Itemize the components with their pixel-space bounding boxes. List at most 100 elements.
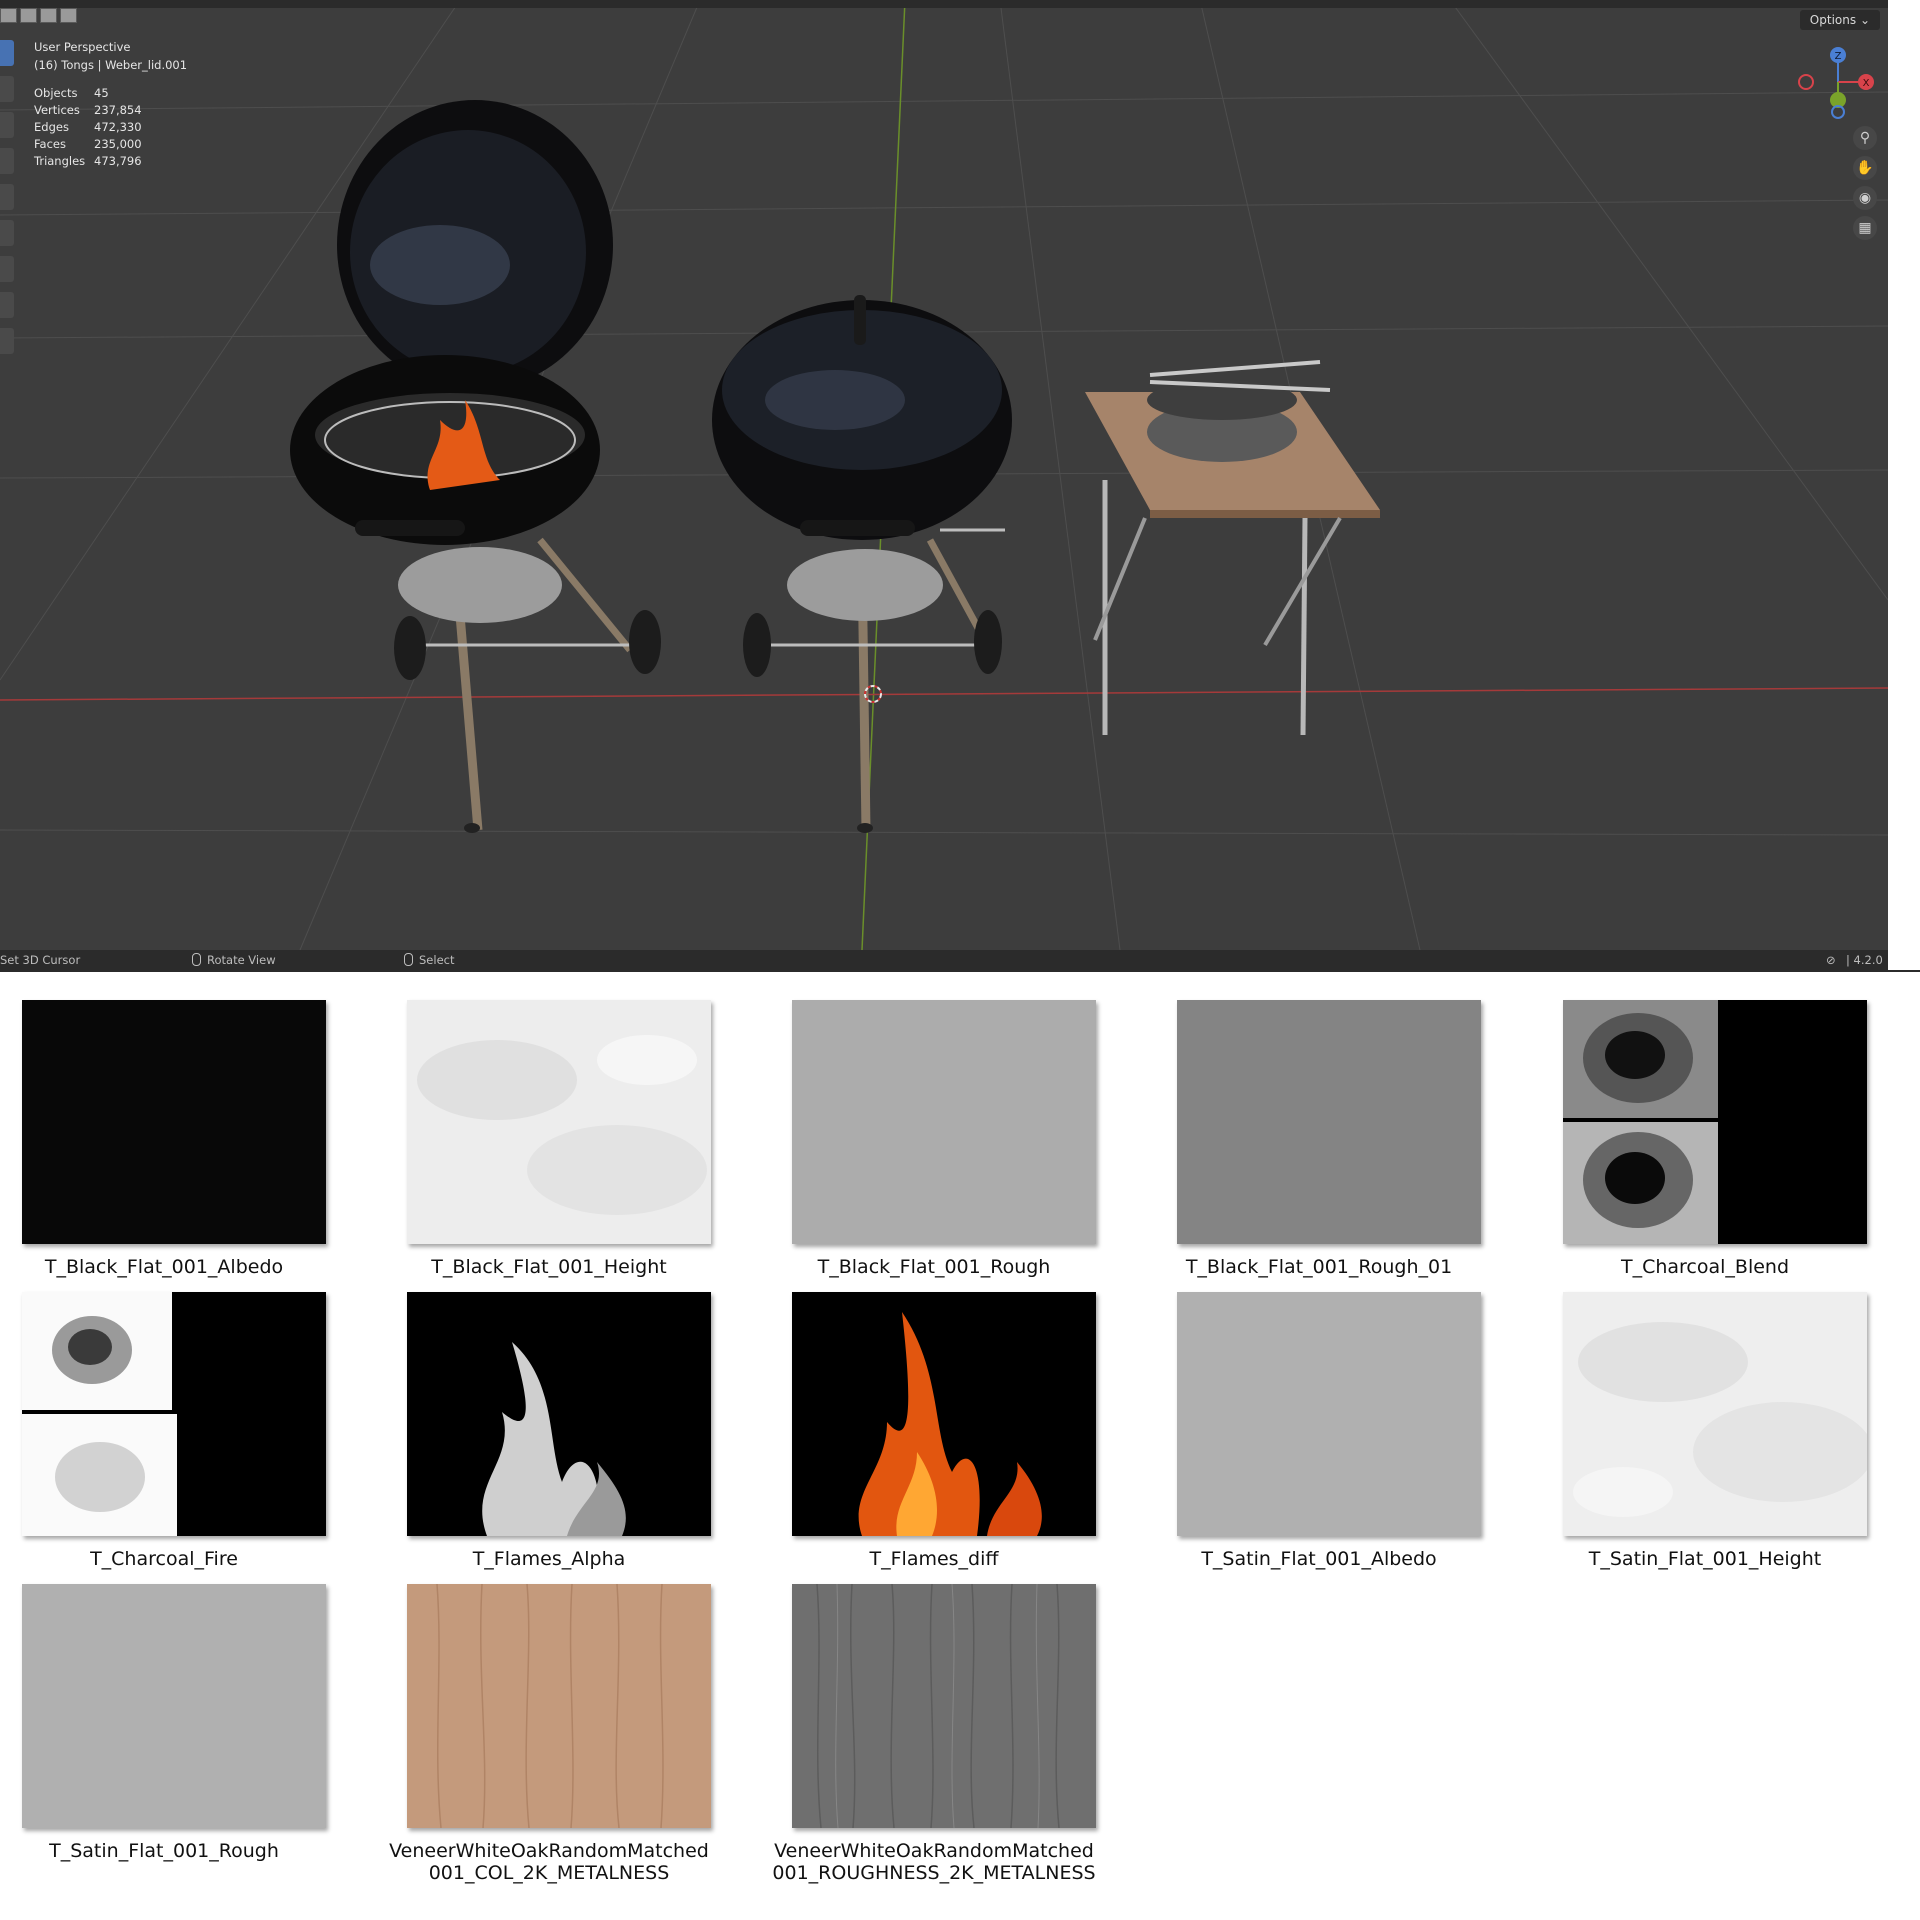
texture-file-grid: T_Black_Flat_001_Albedo T_Black_Flat_001… xyxy=(0,972,1920,1920)
view-perspective-label: User Perspective xyxy=(34,40,131,54)
texture-filename: T_Black_Flat_001_Albedo xyxy=(44,1256,284,1278)
select-subtract-icon[interactable] xyxy=(40,8,57,23)
annotate-tool-icon[interactable] xyxy=(0,256,14,282)
texture-filename: T_Charcoal_Fire xyxy=(90,1548,238,1570)
viewport-info-overlay: User Perspective (16) Tongs | Weber_lid.… xyxy=(34,38,187,74)
stat-row: Vertices 237,854 xyxy=(34,102,142,119)
texture-tile[interactable]: T_Flames_Alpha xyxy=(387,1292,711,1570)
rotate-tool-icon[interactable] xyxy=(0,148,14,174)
version-label: | 4.2.0 xyxy=(1846,953,1883,967)
texture-thumbnail[interactable] xyxy=(792,1292,1096,1536)
viewport-scene[interactable] xyxy=(0,0,1888,970)
texture-tile[interactable]: VeneerWhiteOakRandomMatched 001_COL_2K_M… xyxy=(387,1584,711,1884)
texture-filename: VeneerWhiteOakRandomMatched 001_COL_2K_M… xyxy=(389,1840,709,1884)
gizmo-z-label: Z xyxy=(1835,51,1842,62)
status-rotate-label: Rotate View xyxy=(207,953,276,967)
add-cube-tool-icon[interactable] xyxy=(0,328,14,354)
active-object-label: (16) Tongs | Weber_lid.001 xyxy=(34,58,188,72)
side-table xyxy=(1085,360,1380,736)
stat-value: 235,000 xyxy=(94,137,142,151)
stat-value: 45 xyxy=(94,86,109,100)
grill-open xyxy=(290,100,661,833)
viewport-margin xyxy=(1888,0,1920,970)
zoom-icon[interactable]: ⚲ xyxy=(1853,126,1877,150)
texture-thumbnail[interactable] xyxy=(792,1584,1096,1828)
texture-thumbnail[interactable] xyxy=(1563,1000,1867,1244)
texture-tile[interactable]: T_Charcoal_Fire xyxy=(2,1292,326,1570)
texture-filename: T_Flames_diff xyxy=(869,1548,999,1570)
texture-thumbnail[interactable] xyxy=(407,1000,711,1244)
texture-thumbnail[interactable] xyxy=(1177,1000,1481,1244)
stat-label: Objects xyxy=(34,86,78,100)
texture-tile[interactable]: T_Charcoal_Blend xyxy=(1543,1000,1867,1278)
move-tool-icon[interactable] xyxy=(0,112,14,138)
status-hidden-icon: ⊘ xyxy=(1826,953,1836,967)
stat-row: Edges 472,330 xyxy=(34,119,142,136)
stat-label: Triangles xyxy=(34,154,86,168)
status-select-label: Select xyxy=(419,953,455,967)
options-dropdown[interactable]: Options ⌄ xyxy=(1799,10,1880,30)
gizmo-neg-x-axis xyxy=(1798,74,1814,90)
texture-filename: T_Black_Flat_001_Rough_01 xyxy=(1185,1256,1453,1278)
stat-label: Faces xyxy=(34,137,66,151)
mouse-left-icon xyxy=(404,953,413,966)
ortho-grid-icon[interactable]: ▦ xyxy=(1853,216,1877,240)
select-mode-icons[interactable] xyxy=(0,8,77,23)
texture-thumbnail[interactable] xyxy=(407,1292,711,1536)
texture-filename: T_Flames_Alpha xyxy=(472,1548,626,1570)
pan-hand-icon[interactable]: ✋ xyxy=(1853,156,1877,180)
version-value: 4.2.0 xyxy=(1853,953,1883,967)
texture-tile[interactable]: T_Black_Flat_001_Albedo xyxy=(2,1000,326,1278)
scale-tool-icon[interactable] xyxy=(0,184,14,210)
status-rotate: Rotate View xyxy=(192,950,276,970)
stat-label: Edges xyxy=(34,120,69,134)
measure-tool-icon[interactable] xyxy=(0,292,14,318)
texture-tile[interactable]: T_Satin_Flat_001_Rough xyxy=(2,1584,326,1862)
stat-value: 472,330 xyxy=(94,120,142,134)
texture-thumbnail[interactable] xyxy=(792,1000,1096,1244)
texture-filename: T_Satin_Flat_001_Rough xyxy=(49,1840,279,1862)
grill-closed xyxy=(712,295,1012,833)
texture-thumbnail[interactable] xyxy=(1177,1292,1481,1536)
select-mode-icon[interactable] xyxy=(0,8,17,23)
status-set-cursor: Set 3D Cursor xyxy=(0,953,81,967)
mouse-middle-icon xyxy=(192,953,201,966)
texture-filename: T_Satin_Flat_001_Height xyxy=(1588,1548,1822,1570)
stat-row: Objects 45 xyxy=(34,85,142,102)
select-extend-icon[interactable] xyxy=(20,8,37,23)
camera-view-icon[interactable]: ◉ xyxy=(1853,186,1877,210)
viewport-header xyxy=(0,0,1888,8)
chevron-down-icon: ⌄ xyxy=(1859,13,1870,27)
texture-tile[interactable]: T_Black_Flat_001_Height xyxy=(387,1000,711,1278)
texture-tile[interactable]: T_Black_Flat_001_Rough_01 xyxy=(1157,1000,1481,1278)
transform-tool-icon[interactable] xyxy=(0,220,14,246)
gizmo-x-label: X xyxy=(1863,78,1870,89)
texture-tile[interactable]: VeneerWhiteOakRandomMatched 001_ROUGHNES… xyxy=(772,1584,1096,1884)
select-box-tool-icon[interactable] xyxy=(0,40,14,66)
scene-statistics: Objects 45 Vertices 237,854 Edges 472,330 F… xyxy=(34,85,142,170)
texture-filename: T_Satin_Flat_001_Albedo xyxy=(1201,1548,1437,1570)
stat-row: Faces 235,000 xyxy=(34,136,142,153)
texture-thumbnail[interactable] xyxy=(22,1584,326,1828)
texture-thumbnail[interactable] xyxy=(22,1292,326,1536)
texture-tile[interactable]: T_Black_Flat_001_Rough xyxy=(772,1000,1096,1278)
select-invert-icon[interactable] xyxy=(60,8,77,23)
texture-thumbnail[interactable] xyxy=(407,1584,711,1828)
navigation-gizmo[interactable]: Z X xyxy=(1796,40,1876,120)
texture-tile[interactable]: T_Satin_Flat_001_Albedo xyxy=(1157,1292,1481,1570)
cursor-tool-icon[interactable] xyxy=(0,76,14,102)
texture-thumbnail[interactable] xyxy=(22,1000,326,1244)
tool-shelf xyxy=(0,40,16,364)
texture-tile[interactable]: T_Flames_diff xyxy=(772,1292,1096,1570)
x-axis-line xyxy=(0,687,1888,701)
texture-tile[interactable]: T_Satin_Flat_001_Height xyxy=(1543,1292,1867,1570)
status-bar: Set 3D Cursor Rotate View Select ⊘ | 4.2… xyxy=(0,950,1888,970)
texture-filename: T_Charcoal_Blend xyxy=(1620,1256,1790,1278)
texture-filename: T_Black_Flat_001_Height xyxy=(431,1256,667,1278)
texture-thumbnail[interactable] xyxy=(1563,1292,1867,1536)
texture-filename: T_Black_Flat_001_Rough xyxy=(817,1256,1051,1278)
3d-viewport[interactable]: Options ⌄ User Perspective (16) Tongs | … xyxy=(0,0,1888,970)
stat-label: Vertices xyxy=(34,103,80,117)
viewport-nav-buttons: ⚲ ✋ ◉ ▦ xyxy=(1853,126,1881,246)
texture-filename: VeneerWhiteOakRandomMatched 001_ROUGHNES… xyxy=(772,1840,1096,1884)
